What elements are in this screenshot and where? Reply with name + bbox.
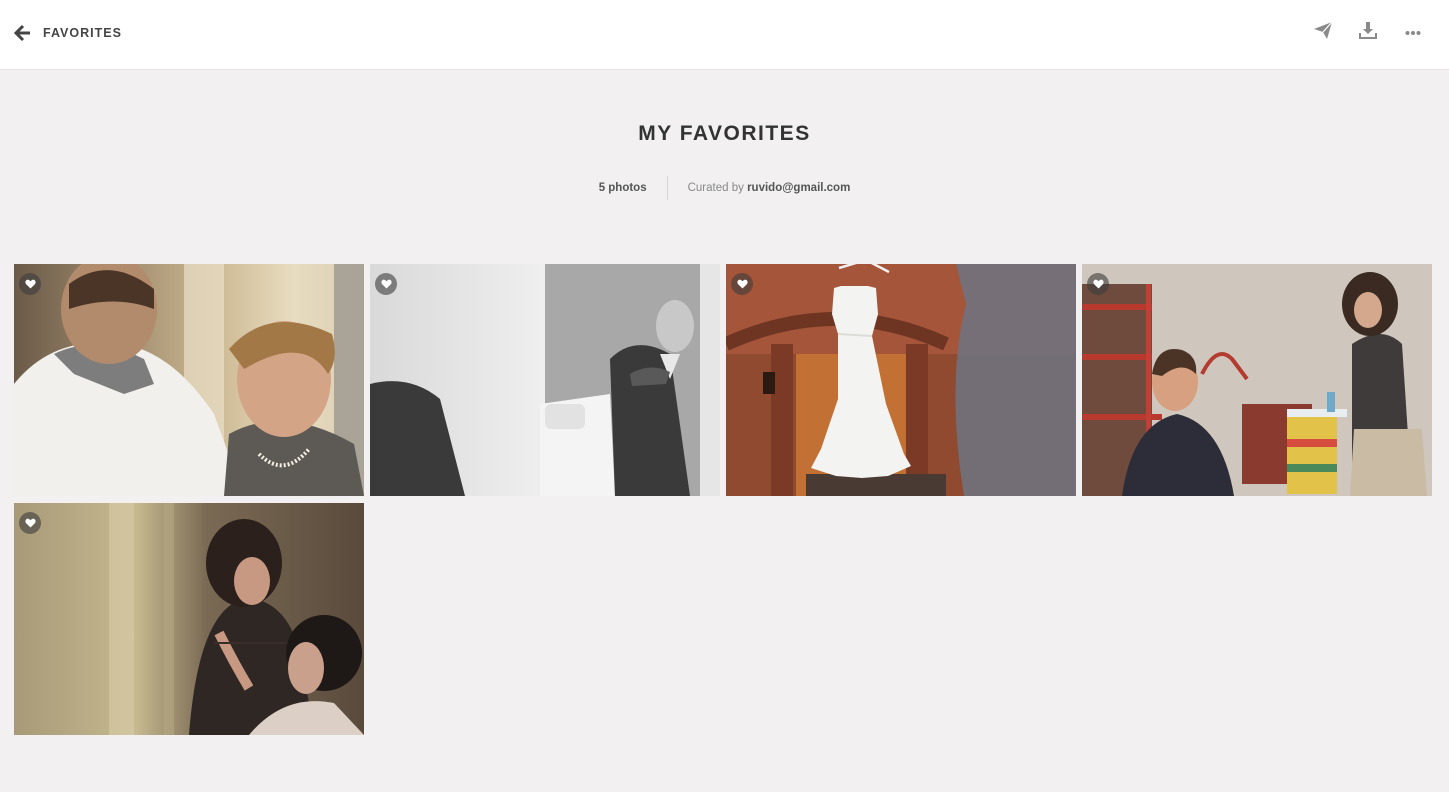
- favorite-heart-icon[interactable]: [1087, 273, 1109, 295]
- curated-prefix: Curated by: [687, 182, 744, 194]
- favorite-heart-icon[interactable]: [19, 512, 41, 534]
- download-button[interactable]: [1356, 20, 1380, 44]
- header-actions: [1311, 20, 1425, 44]
- back-button[interactable]: FAVORITES: [14, 22, 122, 44]
- photo-laughing-woman: [1082, 264, 1432, 496]
- arrow-left-icon: [14, 24, 32, 42]
- photo-tile[interactable]: [370, 264, 720, 496]
- photo-makeup-bride: [14, 503, 364, 735]
- curated-by: Curated by ruvido@gmail.com: [668, 176, 851, 200]
- photo-count: 5 photos: [598, 182, 647, 194]
- favorite-heart-icon[interactable]: [19, 273, 41, 295]
- photo-tile[interactable]: [726, 264, 1076, 496]
- back-label: FAVORITES: [43, 26, 122, 40]
- page-title: MY FAVORITES: [638, 122, 811, 145]
- photo-tile[interactable]: [14, 264, 364, 496]
- photo-tile[interactable]: [1082, 264, 1432, 496]
- download-icon: [1359, 21, 1377, 44]
- top-bar: FAVORITES: [0, 0, 1449, 70]
- favorite-heart-icon[interactable]: [375, 273, 397, 295]
- photo-tile[interactable]: [14, 503, 364, 735]
- curator-email: ruvido@gmail.com: [747, 182, 851, 194]
- photo-groom-tie: [370, 264, 720, 496]
- gallery-meta: 5 photos Curated by ruvido@gmail.com: [0, 176, 1449, 200]
- favorite-heart-icon[interactable]: [731, 273, 753, 295]
- photo-groom-and-mother: [14, 264, 364, 496]
- photo-wedding-dress: [726, 264, 1076, 496]
- more-button[interactable]: [1401, 20, 1425, 44]
- more-icon: [1405, 23, 1421, 41]
- share-button[interactable]: [1311, 20, 1335, 44]
- send-icon: [1313, 20, 1333, 45]
